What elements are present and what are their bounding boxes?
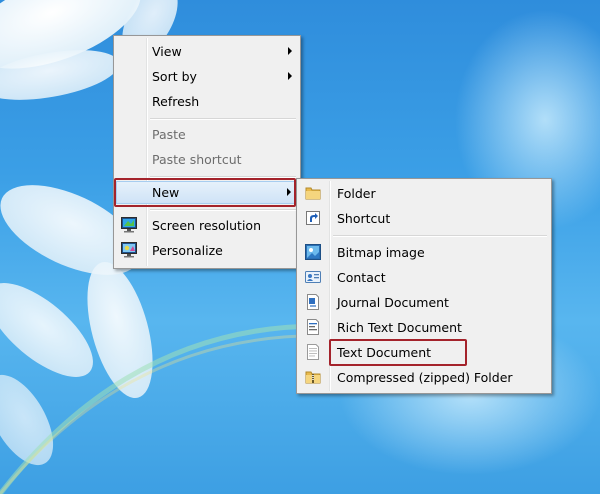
- journal-icon: [307, 294, 319, 310]
- desktop-context-menu: View Sort by Refresh Paste Paste shortcu…: [113, 35, 301, 269]
- menu-item-label: View: [152, 44, 182, 59]
- bitmap-icon: [305, 244, 321, 260]
- submenu-item-rich-text-document[interactable]: Rich Text Document: [299, 316, 549, 339]
- submenu-item-label: Contact: [337, 270, 386, 285]
- shortcut-icon: [306, 211, 320, 225]
- menu-item-view[interactable]: View: [116, 40, 298, 63]
- menu-separator-highlight: [150, 177, 296, 178]
- zip-folder-icon: [305, 371, 321, 384]
- submenu-item-label: Compressed (zipped) Folder: [337, 370, 513, 385]
- menu-item-sort-by[interactable]: Sort by: [116, 65, 298, 88]
- menu-item-personalize[interactable]: Personalize: [116, 239, 298, 262]
- submenu-item-label: Rich Text Document: [337, 320, 462, 335]
- submenu-item-label: Shortcut: [337, 211, 391, 226]
- menu-separator-highlight: [150, 210, 296, 211]
- menu-item-paste[interactable]: Paste: [116, 123, 298, 146]
- submenu-item-label: Journal Document: [337, 295, 449, 310]
- menu-item-paste-shortcut[interactable]: Paste shortcut: [116, 148, 298, 171]
- submenu-arrow-icon: [288, 47, 292, 55]
- rich-text-icon: [307, 319, 319, 335]
- submenu-item-contact[interactable]: Contact: [299, 266, 549, 289]
- menu-item-label: Screen resolution: [152, 218, 262, 233]
- submenu-item-text-document[interactable]: Text Document: [299, 341, 549, 364]
- text-document-icon: [307, 344, 319, 360]
- submenu-arrow-icon: [287, 188, 291, 196]
- menu-item-label: Paste shortcut: [152, 152, 242, 167]
- submenu-item-folder[interactable]: Folder: [299, 182, 549, 205]
- folder-icon: [305, 187, 321, 200]
- menu-item-label: Sort by: [152, 69, 197, 84]
- new-submenu: Folder Shortcut Bitmap image Contact Jou…: [296, 178, 552, 394]
- submenu-item-label: Folder: [337, 186, 376, 201]
- submenu-item-compressed-folder[interactable]: Compressed (zipped) Folder: [299, 366, 549, 389]
- submenu-separator-highlight: [333, 236, 547, 237]
- submenu-item-bitmap-image[interactable]: Bitmap image: [299, 241, 549, 264]
- submenu-item-shortcut[interactable]: Shortcut: [299, 207, 549, 230]
- submenu-item-label: Bitmap image: [337, 245, 425, 260]
- submenu-arrow-icon: [288, 72, 292, 80]
- menu-item-label: Paste: [152, 127, 186, 142]
- menu-item-screen-resolution[interactable]: Screen resolution: [116, 214, 298, 237]
- contact-icon: [305, 271, 321, 283]
- personalize-icon: [121, 242, 137, 258]
- menu-item-label: Personalize: [152, 243, 223, 258]
- menu-item-refresh[interactable]: Refresh: [116, 90, 298, 113]
- menu-item-label: Refresh: [152, 94, 200, 109]
- menu-item-label: New: [152, 185, 180, 200]
- submenu-item-label: Text Document: [337, 345, 432, 360]
- menu-item-new[interactable]: New: [116, 181, 298, 204]
- monitor-icon: [121, 217, 137, 233]
- submenu-item-journal-document[interactable]: Journal Document: [299, 291, 549, 314]
- menu-separator-highlight: [150, 119, 296, 120]
